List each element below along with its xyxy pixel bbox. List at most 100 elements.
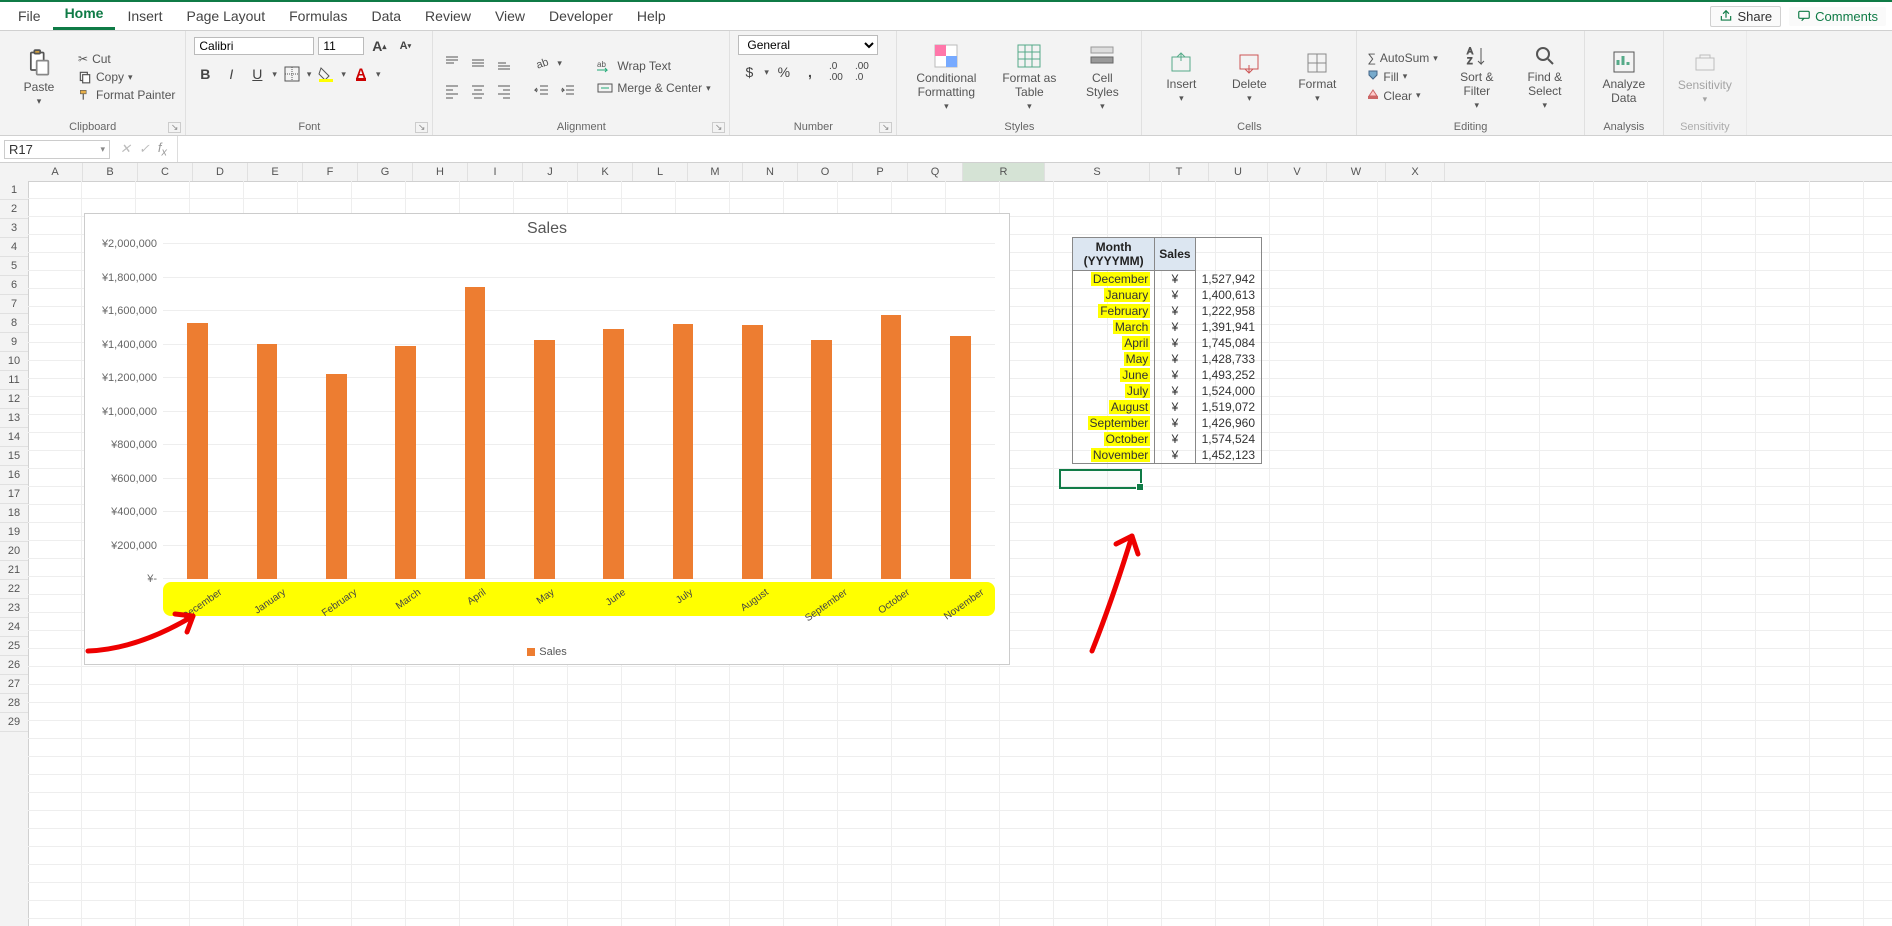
conditional-formatting-button[interactable]: Conditional Formatting▾	[905, 39, 987, 116]
font-name-combo[interactable]	[194, 37, 314, 55]
underline-button[interactable]: U	[246, 63, 268, 85]
row-header[interactable]: 21	[0, 561, 28, 580]
wrap-text-button[interactable]: ab Wrap Text	[595, 58, 712, 74]
delete-cells-button[interactable]: Delete▾	[1218, 47, 1280, 108]
row-header[interactable]: 25	[0, 637, 28, 656]
align-center-icon[interactable]	[467, 80, 489, 102]
decrease-decimal-icon[interactable]: .00.0	[851, 61, 873, 83]
column-header[interactable]: N	[743, 163, 798, 181]
enter-formula-icon[interactable]: ✓	[139, 141, 150, 157]
row-header[interactable]: 4	[0, 238, 28, 257]
format-cells-button[interactable]: Format▾	[1286, 47, 1348, 108]
row-header[interactable]: 29	[0, 713, 28, 732]
row-header[interactable]: 7	[0, 295, 28, 314]
row-header[interactable]: 20	[0, 542, 28, 561]
font-color-button[interactable]: A	[350, 63, 372, 85]
tab-data[interactable]: Data	[359, 4, 413, 30]
row-header[interactable]: 26	[0, 656, 28, 675]
table-row[interactable]: July¥1,524,000	[1073, 383, 1262, 399]
row-header[interactable]: 23	[0, 599, 28, 618]
tab-file[interactable]: File	[6, 4, 53, 30]
row-header[interactable]: 9	[0, 333, 28, 352]
comma-format-icon[interactable]: ,	[799, 61, 821, 83]
formula-bar[interactable]	[177, 136, 1892, 162]
percent-format-icon[interactable]: %	[773, 61, 795, 83]
bar[interactable]	[534, 340, 555, 579]
row-header[interactable]: 28	[0, 694, 28, 713]
tab-review[interactable]: Review	[413, 4, 483, 30]
align-top-icon[interactable]	[441, 52, 463, 74]
align-bottom-icon[interactable]	[493, 52, 515, 74]
row-header[interactable]: 17	[0, 485, 28, 504]
chevron-down-icon[interactable]: ▾	[764, 67, 769, 78]
row-header[interactable]: 22	[0, 580, 28, 599]
analyze-data-button[interactable]: Analyze Data	[1593, 45, 1655, 109]
cut-button[interactable]: ✂ Cut	[76, 51, 177, 67]
column-header[interactable]: P	[853, 163, 908, 181]
row-header[interactable]: 19	[0, 523, 28, 542]
cell-styles-button[interactable]: Cell Styles▾	[1071, 39, 1133, 116]
table-row[interactable]: November¥1,452,123	[1073, 447, 1262, 464]
column-header[interactable]: V	[1268, 163, 1327, 181]
column-header[interactable]: W	[1327, 163, 1386, 181]
format-as-table-button[interactable]: Format as Table▾	[993, 39, 1065, 116]
cancel-formula-icon[interactable]: ✕	[120, 141, 131, 157]
row-header[interactable]: 5	[0, 257, 28, 276]
tab-formulas[interactable]: Formulas	[277, 4, 359, 30]
column-header[interactable]: L	[633, 163, 688, 181]
bar[interactable]	[465, 287, 486, 579]
bar[interactable]	[603, 329, 624, 579]
font-size-combo[interactable]	[318, 37, 364, 55]
row-header[interactable]: 1	[0, 181, 28, 200]
bar[interactable]	[395, 346, 416, 579]
tab-view[interactable]: View	[483, 4, 537, 30]
increase-decimal-icon[interactable]: .0.00	[825, 61, 847, 83]
column-header[interactable]: G	[358, 163, 413, 181]
row-header[interactable]: 24	[0, 618, 28, 637]
column-header[interactable]: I	[468, 163, 523, 181]
share-button[interactable]: Share	[1710, 6, 1781, 27]
column-header[interactable]: F	[303, 163, 358, 181]
decrease-indent-icon[interactable]	[531, 80, 553, 102]
row-header[interactable]: 16	[0, 466, 28, 485]
row-header[interactable]: 12	[0, 390, 28, 409]
bar[interactable]	[742, 325, 763, 579]
row-header[interactable]: 18	[0, 504, 28, 523]
tab-help[interactable]: Help	[625, 4, 678, 30]
table-row[interactable]: October¥1,574,524	[1073, 431, 1262, 447]
column-header[interactable]: Q	[908, 163, 963, 181]
table-row[interactable]: March¥1,391,941	[1073, 319, 1262, 335]
dialog-launcher-icon[interactable]: ↘	[712, 122, 726, 133]
column-header[interactable]: H	[413, 163, 468, 181]
embedded-chart[interactable]: Sales ¥-¥200,000¥400,000¥600,000¥800,000…	[84, 213, 1010, 665]
dialog-launcher-icon[interactable]: ↘	[879, 122, 893, 133]
column-header[interactable]: T	[1150, 163, 1209, 181]
row-header[interactable]: 14	[0, 428, 28, 447]
chevron-down-icon[interactable]: ▾	[341, 69, 346, 80]
name-box[interactable]: R17 ▾	[4, 140, 110, 159]
column-header[interactable]: C	[138, 163, 193, 181]
borders-button[interactable]	[281, 63, 303, 85]
insert-cells-button[interactable]: Insert▾	[1150, 47, 1212, 108]
decrease-font-icon[interactable]: A▾	[394, 35, 416, 57]
sensitivity-button[interactable]: Sensitivity▾	[1672, 46, 1738, 109]
tab-developer[interactable]: Developer	[537, 4, 625, 30]
column-header[interactable]: U	[1209, 163, 1268, 181]
row-header[interactable]: 8	[0, 314, 28, 333]
dialog-launcher-icon[interactable]: ↘	[415, 122, 429, 133]
row-header[interactable]: 15	[0, 447, 28, 466]
bar[interactable]	[673, 324, 694, 579]
column-header[interactable]: O	[798, 163, 853, 181]
chevron-down-icon[interactable]: ▾	[307, 69, 312, 80]
column-header[interactable]: R	[963, 163, 1045, 181]
number-format-combo[interactable]: General	[738, 35, 878, 55]
italic-button[interactable]: I	[220, 63, 242, 85]
table-row[interactable]: April¥1,745,084	[1073, 335, 1262, 351]
autosum-button[interactable]: ∑ AutoSum ▾	[1365, 50, 1439, 66]
row-header[interactable]: 6	[0, 276, 28, 295]
row-header[interactable]: 3	[0, 219, 28, 238]
increase-indent-icon[interactable]	[557, 80, 579, 102]
bar[interactable]	[187, 323, 208, 579]
row-header[interactable]: 2	[0, 200, 28, 219]
chevron-down-icon[interactable]: ▾	[272, 69, 277, 80]
